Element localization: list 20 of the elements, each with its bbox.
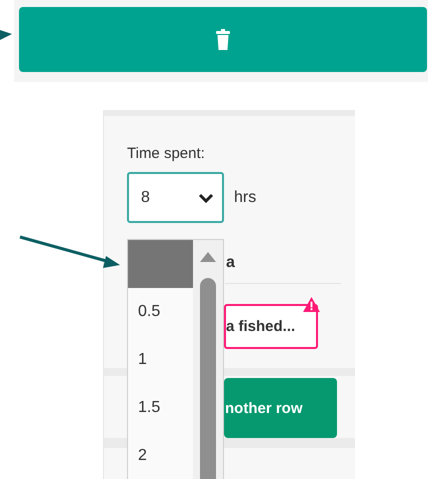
hours-unit: hrs: [234, 188, 256, 206]
trash-icon: [216, 28, 230, 50]
hours-select[interactable]: 8: [127, 172, 224, 223]
scrollbar[interactable]: [193, 240, 223, 479]
row-label: a: [226, 254, 235, 272]
arrow-icon: [0, 30, 12, 40]
add-row-button[interactable]: nother row: [224, 378, 337, 438]
arrow-icon: [20, 236, 120, 268]
scroll-up-icon[interactable]: [200, 252, 216, 262]
dropdown-option[interactable]: 1: [128, 336, 193, 384]
dropdown-option[interactable]: 1.5: [128, 384, 193, 432]
scroll-thumb[interactable]: [200, 278, 216, 479]
chevron-down-icon: [198, 192, 214, 202]
catch-field[interactable]: a fished...: [224, 304, 318, 349]
dropdown-option[interactable]: 0.5: [128, 288, 193, 336]
dropdown-option[interactable]: 2: [128, 432, 193, 479]
dropdown-option[interactable]: [128, 240, 193, 288]
delete-button[interactable]: [19, 7, 427, 72]
warning-icon: [303, 297, 320, 312]
time-spent-label: Time spent:: [127, 145, 205, 162]
